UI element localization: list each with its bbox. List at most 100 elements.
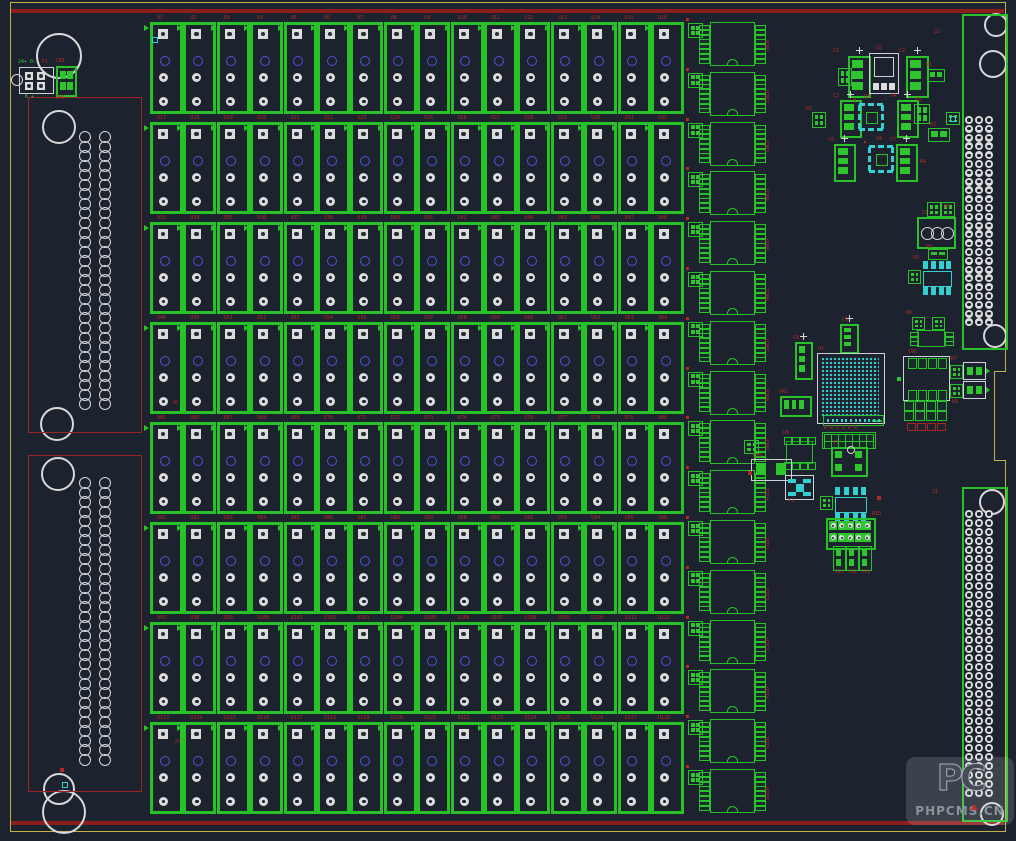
relay-footprint[interactable]: U51 [217, 322, 250, 414]
relay-footprint[interactable]: U100 [250, 622, 283, 714]
relay-footprint[interactable]: U98 [183, 622, 216, 714]
ic-footprint[interactable] [710, 719, 755, 763]
bypass-cap-footprint[interactable] [688, 172, 703, 187]
relay-footprint[interactable]: U66 [183, 422, 216, 514]
relay-footprint[interactable]: U67 [217, 422, 250, 514]
relay-footprint[interactable]: U22 [317, 122, 350, 214]
relay-footprint[interactable]: U117 [284, 722, 317, 814]
bypass-cap-footprint[interactable] [688, 720, 703, 735]
relay-footprint[interactable]: U36 [250, 222, 283, 314]
bypass-cap-footprint[interactable] [688, 222, 703, 237]
relay-footprint[interactable]: U101 [284, 622, 317, 714]
relay-footprint[interactable]: U82 [183, 522, 216, 614]
chip-footprint[interactable] [820, 496, 833, 510]
relay-footprint[interactable]: U111 [618, 622, 651, 714]
relay-footprint[interactable]: U33 [150, 222, 183, 314]
relay-footprint[interactable]: U106 [451, 622, 484, 714]
relay-footprint[interactable]: U109 [551, 622, 584, 714]
relay-footprint[interactable]: U69 [284, 422, 317, 514]
relay-footprint[interactable]: U84 [250, 522, 283, 614]
terminal-footprint[interactable] [917, 217, 956, 249]
relay-footprint[interactable]: U23 [350, 122, 383, 214]
resistor-footprint[interactable] [927, 69, 945, 82]
relay-footprint[interactable]: U127 [618, 722, 651, 814]
relay-footprint[interactable]: U34 [183, 222, 216, 314]
relay-footprint[interactable]: U92 [517, 522, 550, 614]
bypass-cap-footprint[interactable] [688, 23, 703, 38]
soic-footprint[interactable] [833, 487, 869, 521]
relay-footprint[interactable]: U42 [451, 222, 484, 314]
relay-footprint[interactable]: U35 [217, 222, 250, 314]
chip-footprint[interactable] [914, 104, 930, 124]
relay-footprint[interactable]: U76 [517, 422, 550, 514]
relay-footprint[interactable]: U31 [618, 122, 651, 214]
relay-footprint[interactable]: U122 [451, 722, 484, 814]
relay-footprint[interactable]: U11 [484, 22, 517, 114]
bypass-cap-footprint[interactable] [688, 123, 703, 138]
relay-footprint[interactable]: U56 [384, 322, 417, 414]
relay-footprint[interactable]: U108 [517, 622, 550, 714]
relay-footprint[interactable]: U20 [250, 122, 283, 214]
relay-footprint[interactable]: U119 [350, 722, 383, 814]
bypass-cap-footprint[interactable] [688, 471, 703, 486]
relay-footprint[interactable]: U107 [484, 622, 517, 714]
pcb-canvas[interactable]: PC PHPCMS.CN U1U2U3U4U5U6U7U8U9U10U11U12… [0, 0, 1016, 841]
chip-footprint[interactable] [908, 270, 921, 284]
chip-footprint[interactable] [932, 317, 945, 330]
relay-footprint[interactable]: U62 [584, 322, 617, 414]
relay-footprint[interactable]: U44 [517, 222, 550, 314]
relay-footprint[interactable]: U114 [183, 722, 216, 814]
cap-footprint[interactable] [840, 324, 859, 354]
relay-footprint[interactable]: U78 [584, 422, 617, 514]
relay-footprint[interactable]: U87 [350, 522, 383, 614]
relay-footprint[interactable]: U90 [451, 522, 484, 614]
relay-footprint[interactable]: U27 [484, 122, 517, 214]
relay-footprint[interactable]: U52 [250, 322, 283, 414]
relay-footprint[interactable]: U5 [284, 22, 317, 114]
relay-footprint[interactable]: U13 [551, 22, 584, 114]
relay-footprint[interactable]: U77 [551, 422, 584, 514]
relay-footprint[interactable]: U60 [517, 322, 550, 414]
relay-footprint[interactable]: U25 [417, 122, 450, 214]
ic-footprint[interactable] [710, 570, 755, 614]
relay-footprint[interactable]: U37 [284, 222, 317, 314]
relay-footprint[interactable]: U24 [384, 122, 417, 214]
relay-footprint[interactable]: U121 [417, 722, 450, 814]
relay-footprint[interactable]: U8 [384, 22, 417, 114]
relay-footprint[interactable]: U2 [183, 22, 216, 114]
bga-footprint[interactable] [817, 353, 885, 424]
relay-footprint[interactable]: U47 [618, 222, 651, 314]
relay-footprint[interactable]: U96 [651, 522, 684, 614]
relay-footprint[interactable]: U75 [484, 422, 517, 514]
relay-footprint[interactable]: U49 [150, 322, 183, 414]
diode-footprint[interactable] [963, 381, 986, 399]
relay-footprint[interactable]: U32 [651, 122, 684, 214]
relay-footprint[interactable]: U83 [217, 522, 250, 614]
bypass-cap-footprint[interactable] [688, 770, 703, 785]
bypass-cap-footprint[interactable] [688, 521, 703, 536]
relay-footprint[interactable]: U128 [651, 722, 684, 814]
relay-footprint[interactable]: U54 [317, 322, 350, 414]
relay-footprint[interactable]: U81 [150, 522, 183, 614]
relay-footprint[interactable]: U65 [150, 422, 183, 514]
relay-footprint[interactable]: U17 [150, 122, 183, 214]
relay-footprint[interactable]: U85 [284, 522, 317, 614]
qfp-footprint[interactable] [856, 101, 886, 133]
relay-footprint[interactable]: U1 [150, 22, 183, 114]
relay-footprint[interactable]: U102 [317, 622, 350, 714]
relay-footprint[interactable]: U116 [250, 722, 283, 814]
chip-footprint[interactable] [744, 440, 759, 454]
relay-footprint[interactable]: U41 [417, 222, 450, 314]
relay-footprint[interactable]: U95 [618, 522, 651, 614]
relay-footprint[interactable]: U64 [651, 322, 684, 414]
qfp-footprint[interactable] [866, 143, 896, 175]
cap-small-footprint[interactable] [846, 546, 859, 571]
ic-footprint[interactable] [710, 371, 755, 415]
chip-footprint[interactable] [950, 365, 963, 379]
bypass-cap-footprint[interactable] [688, 571, 703, 586]
relay-footprint[interactable]: U45 [551, 222, 584, 314]
relay-footprint[interactable]: U118 [317, 722, 350, 814]
relay-footprint[interactable]: U21 [284, 122, 317, 214]
ic-footprint[interactable] [710, 520, 755, 564]
ic-footprint[interactable] [710, 321, 755, 365]
